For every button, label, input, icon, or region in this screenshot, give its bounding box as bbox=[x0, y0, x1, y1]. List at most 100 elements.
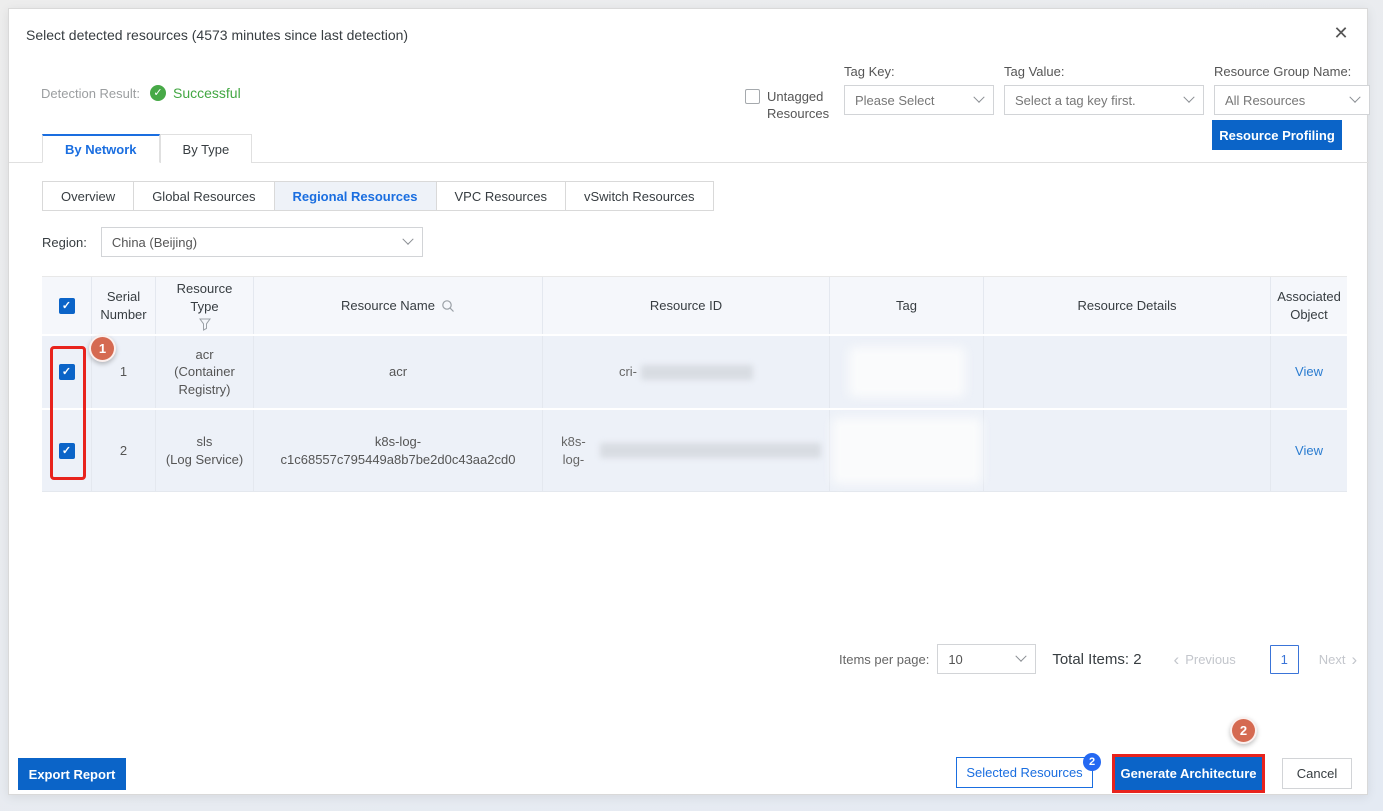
tab-by-type[interactable]: By Type bbox=[159, 134, 253, 163]
table-header-row: ✓ Serial Number Resource Type Resource N… bbox=[42, 276, 1347, 336]
previous-label: Previous bbox=[1185, 651, 1236, 667]
success-check-icon: ✓ bbox=[150, 85, 166, 101]
resources-table: ✓ Serial Number Resource Type Resource N… bbox=[42, 276, 1347, 492]
chevron-right-icon: › bbox=[1351, 649, 1358, 669]
pagination: Items per page: 10 Total Items: 2 ‹ Prev… bbox=[839, 644, 1357, 674]
resource-type-line2: (Log Service) bbox=[165, 451, 244, 467]
page-number-button[interactable]: 1 bbox=[1269, 644, 1299, 674]
subtab-global-resources[interactable]: Global Resources bbox=[133, 181, 275, 211]
resource-group-value: All Resources bbox=[1225, 92, 1306, 108]
tag-key-label: Tag Key: bbox=[844, 64, 895, 79]
select-resources-dialog: Select detected resources (4573 minutes … bbox=[8, 8, 1370, 795]
items-per-page-value: 10 bbox=[948, 651, 963, 667]
tag-key-value: Please Select bbox=[855, 92, 935, 108]
header-associated-object: Associated Object bbox=[1270, 277, 1347, 334]
resource-type-line1: sls bbox=[196, 433, 213, 449]
resource-type-cell: sls (Log Service) bbox=[155, 410, 253, 491]
region-select[interactable]: China (Beijing) bbox=[100, 227, 423, 257]
view-link[interactable]: View bbox=[1295, 363, 1323, 381]
chevron-down-icon bbox=[1183, 91, 1195, 103]
redacted-tag bbox=[848, 347, 965, 397]
next-page-button[interactable]: Next › bbox=[1319, 651, 1357, 668]
chevron-down-icon bbox=[402, 233, 414, 245]
header-resource-id: Resource ID bbox=[542, 277, 829, 334]
chevron-down-icon bbox=[973, 91, 985, 103]
scope-tabs: Overview Global Resources Regional Resou… bbox=[42, 181, 714, 211]
serial-cell: 2 bbox=[91, 410, 155, 491]
redacted-tag bbox=[831, 417, 982, 484]
resource-type-line2: (Container Registry) bbox=[174, 364, 235, 397]
resource-group-label: Resource Group Name: bbox=[1214, 64, 1352, 79]
subtab-vpc-resources[interactable]: VPC Resources bbox=[435, 181, 566, 211]
header-resource-name-label: Resource Name bbox=[341, 297, 435, 313]
export-report-button[interactable]: Export Report bbox=[18, 758, 126, 790]
region-filter: Region: China (Beijing) bbox=[42, 227, 423, 257]
associated-object-cell: View bbox=[1270, 336, 1347, 408]
cancel-button[interactable]: Cancel bbox=[1282, 758, 1352, 789]
row-checkbox[interactable]: ✓ bbox=[58, 364, 75, 380]
tab-bar: By Network By Type bbox=[9, 134, 1369, 163]
tag-cell bbox=[829, 336, 983, 408]
region-label: Region: bbox=[42, 234, 87, 250]
header-tag: Tag bbox=[829, 277, 983, 334]
tag-cell bbox=[829, 410, 983, 491]
resource-id-cell: k8s-log- bbox=[542, 410, 829, 491]
annotation-highlight-box-2: Generate Architecture bbox=[1112, 754, 1265, 793]
resource-name-cell: k8s-log-c1c68557c795449a8b7be2d0c43aa2cd… bbox=[253, 410, 542, 491]
resource-id-prefix: cri- bbox=[618, 364, 638, 380]
row-select-cell: ✓ bbox=[42, 410, 91, 491]
resource-id-cell: cri- bbox=[542, 336, 829, 408]
close-icon[interactable]: ✕ bbox=[1329, 21, 1353, 45]
row-checkbox[interactable]: ✓ bbox=[58, 442, 75, 459]
header-resource-name: Resource Name bbox=[253, 277, 542, 334]
select-all-checkbox[interactable]: ✓ bbox=[58, 297, 75, 314]
table-row: ✓ 2 sls (Log Service) k8s-log-c1c68557c7… bbox=[42, 408, 1347, 492]
untagged-label: Untagged Resources bbox=[767, 89, 830, 121]
detection-result: Detection Result: ✓ Successful bbox=[41, 85, 241, 101]
total-items: Total Items: 2 bbox=[1052, 650, 1142, 668]
subtab-vswitch-resources[interactable]: vSwitch Resources bbox=[565, 181, 714, 211]
tag-value-select[interactable]: Select a tag key first. bbox=[1004, 85, 1204, 115]
subtab-overview[interactable]: Overview bbox=[42, 181, 135, 211]
filter-funnel-icon[interactable] bbox=[198, 318, 211, 331]
header-resource-type: Resource Type bbox=[155, 277, 253, 334]
tab-by-network[interactable]: By Network bbox=[42, 134, 160, 163]
table-row: ✓ 1 acr (Container Registry) acr cri- Vi… bbox=[42, 336, 1347, 408]
next-label: Next bbox=[1318, 651, 1346, 667]
selected-count-badge: 2 bbox=[1083, 753, 1101, 771]
region-value: China (Beijing) bbox=[111, 234, 198, 250]
associated-object-cell: View bbox=[1270, 410, 1347, 491]
untagged-checkbox[interactable] bbox=[745, 89, 760, 104]
items-per-page-select[interactable]: 10 bbox=[937, 644, 1037, 674]
resource-details-cell bbox=[983, 336, 1270, 408]
chevron-down-icon bbox=[1015, 650, 1027, 662]
redacted-resource-id bbox=[599, 443, 821, 458]
selected-resources-button[interactable]: Selected Resources bbox=[956, 757, 1093, 788]
resource-type-cell: acr (Container Registry) bbox=[155, 336, 253, 408]
resource-name-cell: acr bbox=[253, 336, 542, 408]
resource-group-select[interactable]: All Resources bbox=[1214, 85, 1370, 115]
view-link[interactable]: View bbox=[1295, 442, 1323, 460]
header-resource-details: Resource Details bbox=[983, 277, 1270, 334]
resource-type-line1: acr bbox=[195, 346, 214, 362]
items-per-page-label: Items per page: bbox=[839, 651, 930, 667]
tag-key-select[interactable]: Please Select bbox=[844, 85, 994, 115]
annotation-step-2: 2 bbox=[1230, 717, 1257, 744]
chevron-left-icon: ‹ bbox=[1173, 649, 1180, 669]
tag-value-filter: Tag Value: Select a tag key first. bbox=[1004, 64, 1204, 115]
untagged-resources-filter[interactable]: Untagged Resources bbox=[745, 88, 829, 122]
resource-id-prefix: k8s-log- bbox=[561, 433, 586, 467]
search-icon[interactable] bbox=[441, 299, 455, 313]
chevron-down-icon bbox=[1349, 91, 1361, 103]
header-resource-type-label: Resource Type bbox=[176, 281, 233, 314]
generate-architecture-button[interactable]: Generate Architecture bbox=[1115, 757, 1262, 790]
select-all-cell: ✓ bbox=[42, 277, 91, 334]
dialog-title: Select detected resources (4573 minutes … bbox=[26, 27, 409, 43]
tag-value-label: Tag Value: bbox=[1004, 64, 1065, 79]
row-select-cell: ✓ bbox=[42, 336, 91, 408]
previous-page-button[interactable]: ‹ Previous bbox=[1174, 651, 1236, 668]
subtab-regional-resources[interactable]: Regional Resources bbox=[273, 181, 437, 211]
redacted-resource-id bbox=[641, 364, 754, 380]
detection-status: Successful bbox=[173, 85, 241, 101]
annotation-step-1: 1 bbox=[89, 335, 116, 362]
